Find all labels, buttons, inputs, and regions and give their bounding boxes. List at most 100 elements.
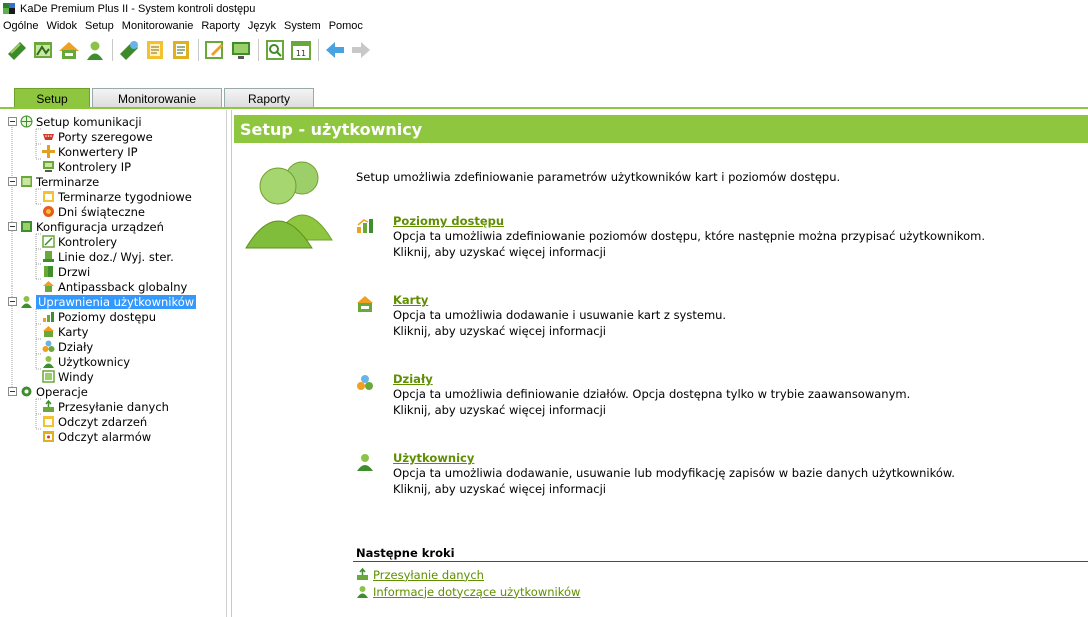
selected-tree-label: Uprawnienia użytkowników [36, 294, 197, 309]
tree-przesylanie-danych[interactable]: Przesyłanie danych [42, 399, 169, 414]
section-description: Opcja ta umożliwia dodawanie i usuwanie … [393, 308, 727, 322]
app-logo-icon [3, 3, 15, 14]
tree-konwertery-ip[interactable]: Konwertery IP [42, 144, 138, 159]
tree-drzwi[interactable]: Drzwi [42, 264, 90, 279]
globe-icon [20, 115, 33, 128]
przesylanie-icon[interactable] [118, 39, 140, 61]
antipassback-icon [43, 281, 54, 292]
events-read-icon [43, 416, 54, 427]
user-icon [357, 454, 373, 471]
next-steps-title: Następne kroki [356, 546, 455, 560]
menu-ogolne[interactable]: Ogólne [0, 20, 42, 32]
access-levels-icon [43, 312, 54, 322]
tree-porty-szeregowe[interactable]: Porty szeregowe [42, 129, 153, 144]
menu-jezyk[interactable]: Język [244, 20, 280, 32]
tree-operacje[interactable]: Operacje [8, 384, 88, 399]
elevator-icon [42, 370, 55, 383]
tree-terminarze[interactable]: Terminarze [8, 174, 99, 189]
menu-monitorowanie[interactable]: Monitorowanie [118, 20, 198, 32]
section-title-link[interactable]: Działy [393, 372, 433, 386]
terminarze-icon[interactable] [32, 39, 54, 61]
section-description: Opcja ta umożliwia zdefiniowanie poziomó… [393, 229, 986, 243]
tab-raporty[interactable]: Raporty [224, 88, 314, 108]
menu-raporty[interactable]: Raporty [197, 20, 244, 32]
calendar-icon[interactable]: 11 [290, 39, 312, 61]
monitor-icon[interactable] [230, 39, 252, 61]
edit-icon[interactable] [204, 39, 226, 61]
section-more-info[interactable]: Kliknij, aby uzyskać więcej informacji [393, 403, 606, 417]
toolbar-separator [258, 39, 259, 61]
tree-antipassback[interactable]: Antipassback globalny [42, 279, 187, 294]
users-illustration-icon [245, 161, 333, 249]
tree-uzytkownicy[interactable]: Użytkownicy [42, 354, 130, 369]
cards-icon [357, 296, 373, 312]
toolbar: 11 [0, 34, 1088, 66]
menu-system[interactable]: System [280, 20, 325, 32]
tree-windy[interactable]: Windy [42, 369, 94, 384]
schedule-icon [21, 176, 32, 187]
forward-arrow-icon[interactable] [350, 39, 372, 61]
collapse-icon[interactable] [8, 177, 17, 186]
collapse-icon[interactable] [8, 117, 17, 126]
menu-bar: Ogólne Widok Setup Monitorowanie Raporty… [0, 17, 1088, 34]
section-title-link[interactable]: Karty [393, 293, 428, 307]
karty-icon[interactable] [58, 39, 80, 61]
section-description: Opcja ta umożliwia dodawanie, usuwanie l… [393, 466, 955, 480]
toolbar-separator [198, 39, 199, 61]
section-description: Opcja ta umożliwia definiowanie działów.… [393, 387, 911, 401]
splitter[interactable] [231, 110, 232, 617]
section-title-link[interactable]: Poziomy dostępu [393, 214, 504, 228]
tree-odczyt-alarmow[interactable]: Odczyt alarmów [42, 429, 151, 444]
next-link-informacje[interactable]: Informacje dotyczące użytkowników [356, 584, 580, 599]
section-more-info[interactable]: Kliknij, aby uzyskać więcej informacji [393, 482, 606, 496]
tree-poziomy-dostepu[interactable]: Poziomy dostępu [42, 309, 156, 324]
next-steps-divider [353, 561, 1088, 562]
raport-icon[interactable] [264, 39, 286, 61]
tree-uprawnienia-uzytkownikow[interactable]: Uprawnienia użytkowników [8, 294, 197, 309]
tree-karty[interactable]: Karty [42, 324, 88, 339]
menu-pomoc[interactable]: Pomoc [325, 20, 367, 32]
transfer-icon [43, 400, 54, 412]
departments-icon [357, 375, 373, 390]
menu-setup[interactable]: Setup [81, 20, 118, 32]
operations-icon [21, 386, 32, 397]
converter-icon [42, 145, 55, 158]
back-arrow-icon[interactable] [324, 39, 346, 61]
tree-kontrolery[interactable]: Kontrolery [42, 234, 117, 249]
lines-icon [43, 251, 54, 262]
tree-terminarze-tygodniowe[interactable]: Terminarze tygodniowe [42, 189, 192, 204]
weekly-schedule-icon [43, 191, 54, 202]
tree-dni-swiateczne[interactable]: Dni świąteczne [42, 204, 145, 219]
toolbar-separator [112, 39, 113, 61]
odczyt-alarmow-icon[interactable] [170, 39, 192, 61]
user-icon [43, 356, 54, 368]
collapse-icon[interactable] [8, 387, 17, 396]
tab-setup[interactable]: Setup [14, 88, 90, 109]
tree-odczyt-zdarzen[interactable]: Odczyt zdarzeń [42, 414, 147, 429]
odczyt-zdarzen-icon[interactable] [144, 39, 166, 61]
collapse-icon[interactable] [8, 297, 17, 306]
uzytkownicy-icon[interactable] [84, 39, 106, 61]
user-icon [357, 586, 368, 598]
alarms-read-icon [43, 431, 54, 442]
tree-konfiguracja-urzadzen[interactable]: Konfiguracja urządzeń [8, 219, 164, 234]
departments-icon [42, 340, 55, 352]
users-permissions-icon [21, 296, 32, 308]
cards-icon [43, 326, 54, 337]
section-title-link[interactable]: Użytkownicy [393, 451, 474, 465]
door-icon [44, 266, 53, 277]
device-config-icon [21, 221, 32, 232]
section-more-info[interactable]: Kliknij, aby uzyskać więcej informacji [393, 324, 606, 338]
setup-communication-icon[interactable] [6, 39, 28, 61]
tab-monitorowanie[interactable]: Monitorowanie [92, 88, 222, 108]
tree-dzialy[interactable]: Działy [42, 339, 93, 354]
tree-kontrolery-ip[interactable]: Kontrolery IP [42, 159, 131, 174]
tree-setup-komunikacji[interactable]: Setup komunikacji [8, 114, 142, 129]
tree-linie[interactable]: Linie doz./ Wyj. ster. [42, 249, 174, 264]
access-levels-icon [357, 219, 373, 233]
section-more-info[interactable]: Kliknij, aby uzyskać więcej informacji [393, 245, 606, 259]
menu-widok[interactable]: Widok [42, 20, 81, 32]
sidebar-tree: Setup komunikacji Porty szeregowe Konwer… [0, 110, 227, 617]
collapse-icon[interactable] [8, 222, 17, 231]
next-link-przesylanie[interactable]: Przesyłanie danych [356, 567, 484, 582]
